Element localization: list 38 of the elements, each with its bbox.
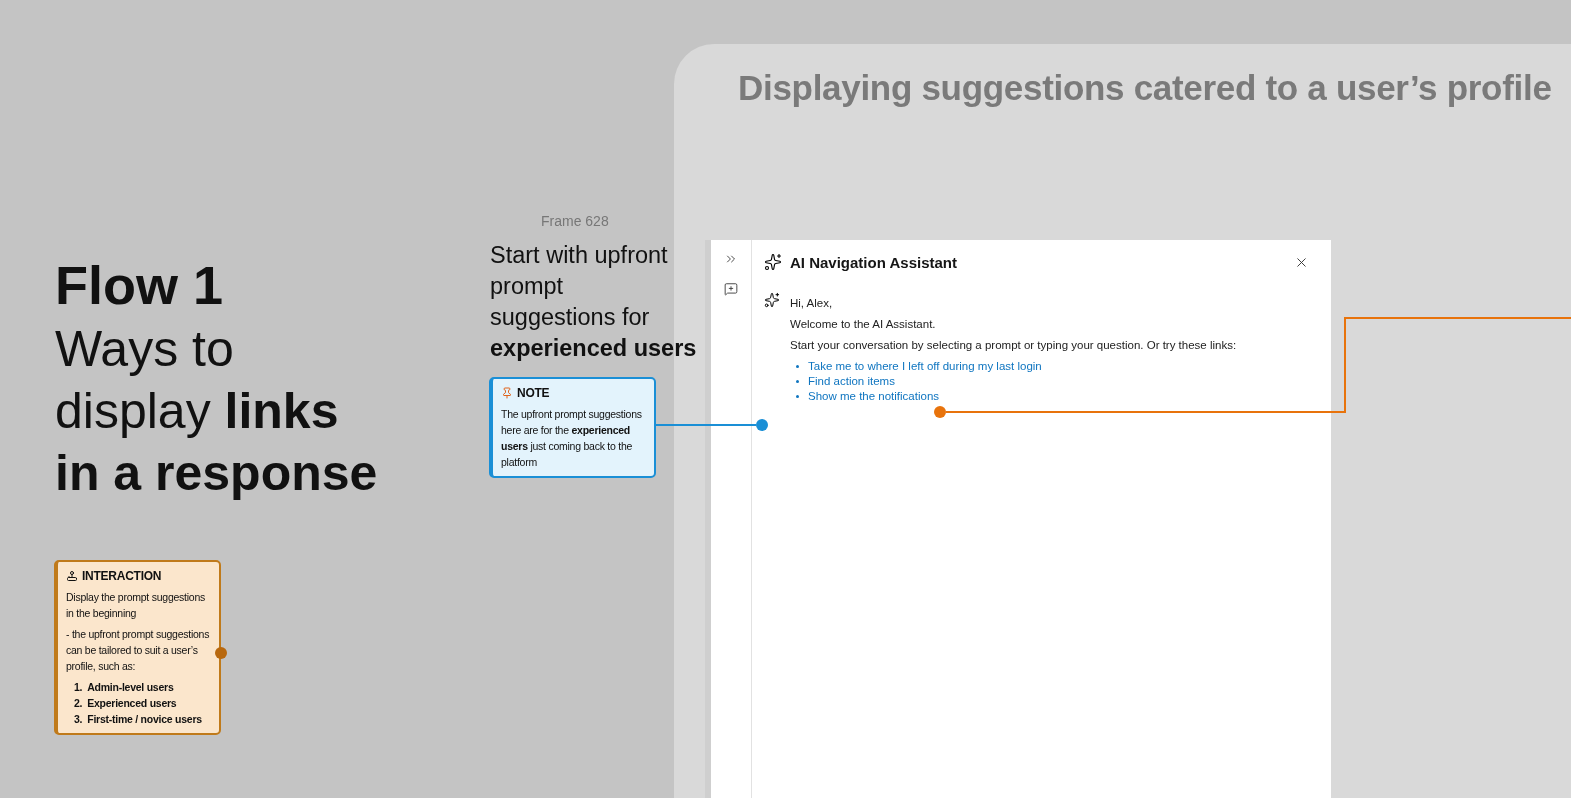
- suggestion-link[interactable]: Take me to where I left off during my last login: [808, 360, 1042, 372]
- frame-heading-line: prompt: [490, 272, 565, 301]
- sparkle-icon: [764, 292, 780, 308]
- new-chat-icon[interactable]: [724, 282, 738, 296]
- bullet-icon: [796, 394, 799, 398]
- flow-heading-line: display links: [55, 382, 340, 441]
- list-number: 2.: [74, 696, 83, 711]
- card-title: NOTE: [517, 385, 550, 401]
- flow-heading-line: Ways to: [55, 320, 235, 379]
- card-text: The upfront prompt suggestions here are for the experienced users just coming back to the platform: [501, 407, 643, 470]
- flow-label: Flow 1: [55, 254, 224, 317]
- frame-label: Frame 628: [541, 213, 609, 229]
- list-number: 1.: [74, 680, 83, 695]
- list-item: First-time / novice users: [87, 712, 202, 727]
- suggestion-link[interactable]: Show me the notifications: [808, 390, 940, 402]
- list-number: 3.: [74, 712, 83, 727]
- card-title: INTERACTION: [82, 568, 162, 584]
- list-item: Admin-level users: [87, 680, 174, 695]
- bullet-icon: [796, 379, 799, 383]
- sparkle-icon: [764, 253, 782, 271]
- connector-dot: [215, 647, 227, 659]
- panel-title: AI Navigation Assistant: [790, 253, 958, 271]
- message-text: Start your conversation by selecting a prompt or typing your question. Or try these links:: [790, 339, 1237, 351]
- section-title: Displaying suggestions catered to a user’s profile: [738, 68, 1552, 108]
- message-text: Hi, Alex,: [790, 297, 834, 309]
- card-text: Display the prompt suggestions in the beginning: [66, 590, 206, 621]
- card-text: - the upfront prompt suggestions can be tailored to suit a user’s profile, such as:: [66, 627, 211, 674]
- message-text: Welcome to the AI Assistant.: [790, 318, 937, 330]
- list-item: Experienced users: [87, 696, 177, 711]
- suggestion-link[interactable]: Find action items: [808, 375, 895, 387]
- flow-heading-line: in a response: [55, 444, 378, 503]
- frame-heading-line: suggestions for: [490, 303, 651, 332]
- frame-heading-line: experienced users: [490, 334, 697, 363]
- expand-icon[interactable]: [724, 252, 738, 266]
- joystick-icon: [66, 570, 78, 582]
- pin-icon: [501, 387, 513, 399]
- frame-heading-line: Start with upfront: [490, 241, 669, 270]
- bullet-icon: [796, 364, 799, 368]
